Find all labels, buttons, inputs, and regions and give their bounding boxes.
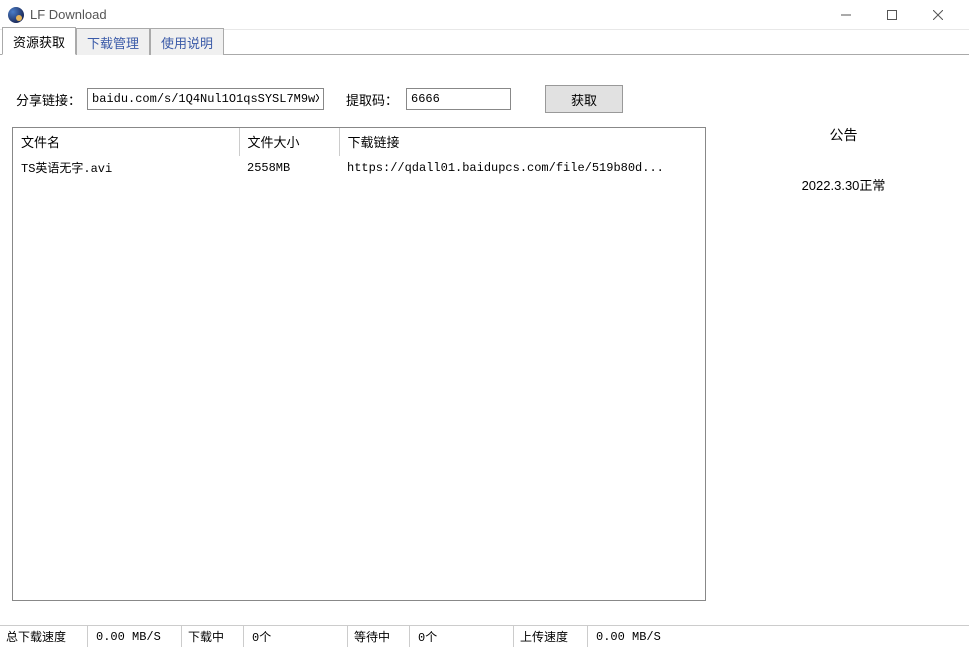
results-table: 文件名 文件大小 下载链接 TS英语无字.avi 2558MB https://… [13, 128, 705, 179]
share-link-label: 分享链接： [16, 90, 81, 109]
col-header-downloadlink[interactable]: 下载链接 [339, 128, 705, 156]
fetch-form: 分享链接： 提取码： 获取 [0, 55, 718, 127]
window-title: LF Download [30, 7, 107, 22]
tab-resource-fetch[interactable]: 资源获取 [2, 27, 76, 55]
minimize-button[interactable] [823, 0, 869, 30]
cell-filename: TS英语无字.avi [13, 156, 239, 180]
title-bar: LF Download [0, 0, 969, 30]
col-header-filename[interactable]: 文件名 [13, 128, 239, 156]
status-total-speed-label: 总下载速度 [0, 626, 88, 647]
announcement-body: 2022.3.30正常 [728, 175, 959, 194]
extract-code-label: 提取码： [346, 90, 398, 109]
status-downloading-label: 下载中 [182, 626, 244, 647]
cell-downloadlink: https://qdall01.baidupcs.com/file/519b80… [339, 156, 705, 180]
share-link-input[interactable] [87, 88, 324, 110]
status-downloading-value: 0个 [244, 626, 348, 647]
announcement-pane: 公告 2022.3.30正常 [718, 55, 969, 625]
tab-instructions[interactable]: 使用说明 [150, 28, 224, 55]
close-button[interactable] [915, 0, 961, 30]
app-icon [8, 7, 24, 23]
status-total-speed-value: 0.00 MB/S [88, 626, 182, 647]
status-waiting-label: 等待中 [348, 626, 410, 647]
maximize-button[interactable] [869, 0, 915, 30]
status-upload-speed-label: 上传速度 [514, 626, 588, 647]
tab-download-manage[interactable]: 下载管理 [76, 28, 150, 55]
status-bar: 总下载速度 0.00 MB/S 下载中 0个 等待中 0个 上传速度 0.00 … [0, 625, 969, 647]
tab-bar: 资源获取 下载管理 使用说明 [0, 30, 969, 55]
cell-filesize: 2558MB [239, 156, 339, 180]
fetch-button[interactable]: 获取 [545, 85, 623, 113]
col-header-filesize[interactable]: 文件大小 [239, 128, 339, 156]
left-pane: 分享链接： 提取码： 获取 文件名 文件大小 下载链接 [0, 55, 718, 625]
announcement-title: 公告 [728, 125, 959, 145]
table-row[interactable]: TS英语无字.avi 2558MB https://qdall01.baidup… [13, 156, 705, 180]
content-area: 分享链接： 提取码： 获取 文件名 文件大小 下载链接 [0, 55, 969, 625]
status-upload-speed-value: 0.00 MB/S [588, 626, 969, 647]
extract-code-input[interactable] [406, 88, 511, 110]
table-header-row: 文件名 文件大小 下载链接 [13, 128, 705, 156]
results-table-wrap: 文件名 文件大小 下载链接 TS英语无字.avi 2558MB https://… [12, 127, 706, 601]
status-waiting-value: 0个 [410, 626, 514, 647]
